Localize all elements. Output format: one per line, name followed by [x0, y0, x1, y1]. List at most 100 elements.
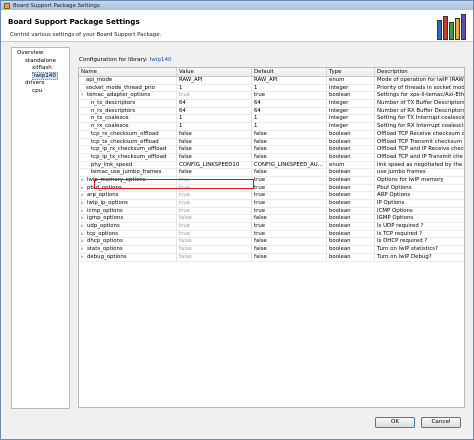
cell-name: n_tx_descriptors	[79, 100, 177, 107]
setting-default: true	[252, 184, 327, 192]
setting-value[interactable]: CONFIG_LINKSPEED10	[177, 161, 252, 169]
setting-name: stats_options	[87, 246, 123, 253]
cell-name: n_rx_descriptors	[79, 107, 177, 115]
tree-item-standalone[interactable]: standalone	[12, 58, 69, 66]
setting-value[interactable]: 1	[177, 115, 252, 123]
dialog-header: Board Support Package Settings Control v…	[1, 10, 473, 42]
column-header-type[interactable]: Type	[327, 68, 375, 76]
tree-item-cpu[interactable]: cpu	[12, 88, 69, 96]
config-label-text: Configuration for library:	[79, 57, 148, 63]
table-row-n-rx-descriptors[interactable]: n_rx_descriptors 64 64 integer Number of RX …	[79, 107, 464, 116]
tree-item-drivers[interactable]: drivers	[12, 80, 69, 88]
setting-value[interactable]: false	[177, 246, 252, 253]
column-header-name[interactable]: Name	[79, 68, 177, 76]
setting-description: Pbuf Options	[377, 184, 412, 191]
setting-value[interactable]: false	[177, 238, 252, 246]
setting-value[interactable]: true	[177, 92, 252, 100]
table-row-api-mode[interactable]: api_mode RAW_API RAW_API enum Mode of operat…	[79, 77, 464, 85]
cell-name: temac_use_jumbo_frames	[79, 169, 177, 176]
config-library-label: Configuration for library: lwip140	[79, 57, 172, 63]
cell-name: socket_mode_thread_prio	[79, 84, 177, 92]
table-row-socket-mode-thread-prio[interactable]: socket_mode_thread_prio 1 1 integer Priority…	[79, 84, 464, 93]
setting-type: boolean	[327, 130, 375, 138]
table-row-tcp-ip-rx-checksum-offload[interactable]: tcp_ip_rx_checksum_offload false false bool…	[79, 146, 464, 154]
setting-default: 1	[252, 123, 327, 130]
setting-description: Settings for xps-ll-temac/Axi-Eth	[377, 92, 464, 99]
table-row-arp-options[interactable]: ▹ arp_options true true boolean ARP Options	[79, 192, 464, 200]
table-row-lwip-ip-options[interactable]: ▹ lwip_ip_options true true boolean IP Option…	[79, 200, 464, 208]
setting-description: Is TCP required ?	[377, 230, 422, 237]
table-row-tcp-ip-tx-checksum-offload[interactable]: tcp_ip_tx_checksum_offload false false bool…	[79, 153, 464, 162]
table-row-tcp-options[interactable]: ▹ tcp_options true true boolean Is TCP requir…	[79, 230, 464, 239]
tree-item-label: lwip140	[32, 71, 58, 80]
setting-type: boolean	[327, 253, 375, 261]
setting-value[interactable]: true	[177, 184, 252, 192]
cell-name: ▹ igmp_options	[79, 215, 177, 223]
setting-name: tcp_tx_checksum_offload	[91, 138, 159, 145]
setting-value[interactable]: true	[177, 176, 252, 184]
setting-value[interactable]: 64	[177, 100, 252, 107]
setting-value[interactable]: 64	[177, 107, 252, 115]
setting-value[interactable]: false	[177, 253, 252, 261]
setting-value[interactable]: 1	[177, 123, 252, 130]
tree-item-label: Overview	[17, 50, 44, 56]
table-row-tcp-rx-checksum-offload[interactable]: tcp_rx_checksum_offload false false boolean…	[79, 130, 464, 139]
tree-item-label: cpu	[32, 87, 43, 94]
setting-value[interactable]: 1	[177, 84, 252, 92]
setting-description: Offload TCP and IP Transmit che	[377, 153, 463, 160]
table-row-icmp-options[interactable]: ▹ icmp_options true true boolean ICMP Options	[79, 207, 464, 216]
setting-value[interactable]: true	[177, 223, 252, 230]
setting-value[interactable]: false	[177, 138, 252, 146]
setting-value[interactable]: false	[177, 146, 252, 153]
setting-value[interactable]: false	[177, 153, 252, 161]
table-row-igmp-options[interactable]: ▹ igmp_options false false boolean IGMP Optio…	[79, 215, 464, 224]
column-header-value[interactable]: Value	[177, 68, 252, 76]
setting-default: 64	[252, 100, 327, 107]
table-row-dhcp-options[interactable]: ▹ dhcp_options false false boolean Is DHCP re…	[79, 238, 464, 247]
ok-button[interactable]: OK	[375, 417, 415, 428]
table-row-temac-use-jumbo-frames[interactable]: temac_use_jumbo_frames false false boolean u…	[79, 169, 464, 177]
setting-value[interactable]: true	[177, 230, 252, 238]
setting-default: true	[252, 223, 327, 230]
table-row-stats-options[interactable]: ▹ stats_options false false boolean Turn on l…	[79, 246, 464, 254]
setting-value[interactable]: true	[177, 200, 252, 207]
setting-value[interactable]: false	[177, 169, 252, 176]
table-row-phy-link-speed[interactable]: phy_link_speed CONFIG_LINKSPEED10 CONFIG_L…	[79, 161, 464, 170]
table-row-lwip-memory-options[interactable]: ▹ lwip_memory_options true true boolean Optio…	[79, 176, 464, 185]
table-row-n-tx-coalesce[interactable]: n_tx_coalesce 1 1 integer Setting for TX Int…	[79, 115, 464, 124]
tree-item-overview[interactable]: Overview	[12, 50, 69, 58]
setting-name: n_tx_descriptors	[91, 100, 136, 107]
setting-name: n_rx_descriptors	[91, 107, 136, 114]
setting-name: socket_mode_thread_prio	[86, 84, 155, 91]
tree-item-label: standalone	[25, 57, 57, 64]
setting-value[interactable]: true	[177, 192, 252, 199]
library-name[interactable]: lwip140	[150, 57, 172, 63]
cancel-button[interactable]: Cancel	[421, 417, 461, 428]
settings-tree: Overview standalone xilflash lwip140 drivers…	[11, 47, 70, 409]
setting-value[interactable]: RAW_API	[177, 77, 252, 84]
setting-name: n_rx_coalesce	[91, 123, 129, 130]
table-row-tcp-tx-checksum-offload[interactable]: tcp_tx_checksum_offload false false boolean…	[79, 138, 464, 147]
setting-name: tcp_ip_rx_checksum_offload	[91, 146, 167, 153]
table-row-n-rx-coalesce[interactable]: n_rx_coalesce 1 1 integer Setting for RX Int…	[79, 123, 464, 131]
setting-value[interactable]: false	[177, 215, 252, 223]
tree-item-label: xilflash	[32, 65, 52, 72]
table-row-temac-adapter-options[interactable]: ▿ temac_adapter_options true true boolean Set…	[79, 92, 464, 101]
setting-type: integer	[327, 123, 375, 130]
cell-name: ▿ temac_adapter_options	[79, 92, 177, 100]
settings-table: Name Value Default Type Description api_…	[78, 67, 465, 408]
setting-value[interactable]: false	[177, 130, 252, 138]
setting-type: boolean	[327, 169, 375, 176]
table-row-udp-options[interactable]: ▹ udp_options true true boolean Is UDP requir…	[79, 223, 464, 231]
table-row-pbuf-options[interactable]: ▹ pbuf_options true true boolean Pbuf Options	[79, 184, 464, 193]
setting-value[interactable]: true	[177, 207, 252, 215]
column-header-description[interactable]: Description	[375, 68, 464, 76]
setting-name: temac_use_jumbo_frames	[91, 169, 162, 176]
tree-item-lwip140[interactable]: lwip140	[12, 71, 69, 81]
setting-type: boolean	[327, 92, 375, 100]
table-row-n-tx-descriptors[interactable]: n_tx_descriptors 64 64 integer Number of TX …	[79, 100, 464, 108]
cell-name: ▹ lwip_memory_options	[79, 176, 177, 184]
column-header-default[interactable]: Default	[252, 68, 327, 76]
table-row-debug-options[interactable]: ▹ debug_options false false boolean Turn on l…	[79, 253, 464, 262]
setting-name: icmp_options	[87, 207, 123, 214]
